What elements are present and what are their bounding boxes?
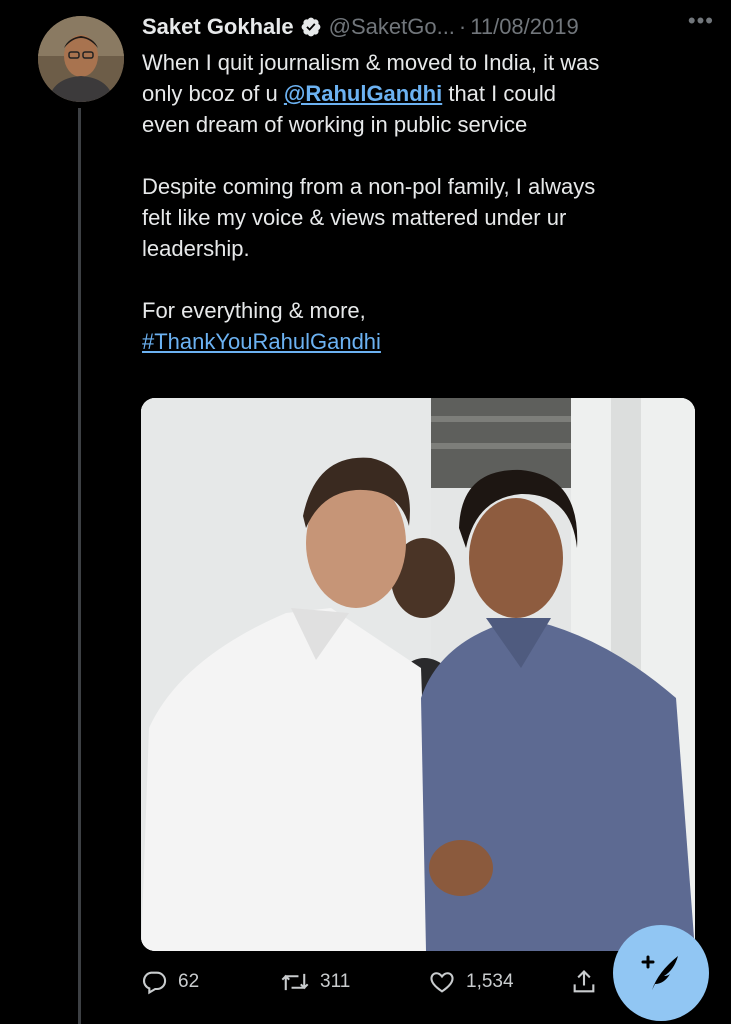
- author-avatar[interactable]: [38, 16, 124, 102]
- more-options-icon[interactable]: •••: [688, 8, 714, 34]
- thread-line: [78, 108, 81, 1024]
- share-button[interactable]: [570, 968, 598, 996]
- text-line: #ThankYouRahulGandhi: [142, 326, 712, 357]
- text-line: felt like my voice & views mattered unde…: [142, 205, 567, 230]
- text-fragment: only bcoz of u: [142, 81, 284, 106]
- retweet-button[interactable]: 311: [280, 968, 350, 996]
- tweet-photo[interactable]: [141, 398, 695, 951]
- author-handle[interactable]: @SaketGo...: [329, 14, 455, 40]
- tweet-actions: 62 311 1,534: [140, 962, 610, 1002]
- compose-tweet-button[interactable]: [613, 925, 709, 1021]
- tweet-header: Saket Gokhale @SaketGo... · 11/08/2019 •…: [142, 8, 714, 46]
- like-button[interactable]: 1,534: [428, 968, 514, 996]
- tweet-text: When I quit journalism & moved to India,…: [142, 47, 712, 357]
- retweet-icon: [281, 973, 309, 991]
- text-line: even dream of working in public service: [142, 112, 528, 137]
- like-count: 1,534: [466, 971, 514, 992]
- reply-count: 62: [178, 971, 200, 992]
- avatar-image: [38, 16, 124, 102]
- hashtag-link[interactable]: #ThankYouRahulGandhi: [142, 329, 381, 354]
- text-line: only bcoz of u @RahulGandhi that I could: [142, 78, 712, 109]
- reply-button[interactable]: 62: [140, 968, 199, 996]
- share-icon: [573, 970, 595, 993]
- compose-tweet-icon: [641, 955, 678, 990]
- photo-image: [141, 398, 695, 951]
- text-line: For everything & more,: [142, 298, 366, 323]
- text-line: leadership.: [142, 236, 250, 261]
- retweet-count: 311: [320, 971, 351, 992]
- tweet-content: Saket Gokhale @SaketGo... · 11/08/2019 •…: [142, 8, 714, 357]
- heart-icon: [430, 972, 454, 993]
- tweet-date[interactable]: 11/08/2019: [470, 14, 578, 40]
- verified-badge-icon: [300, 16, 322, 38]
- text-fragment: that I could: [442, 81, 556, 106]
- separator-dot: ·: [458, 14, 467, 39]
- author-name[interactable]: Saket Gokhale: [142, 14, 294, 40]
- mention-link[interactable]: @RahulGandhi: [284, 81, 442, 106]
- text-line: Despite coming from a non-pol family, I …: [142, 174, 596, 199]
- reply-icon: [143, 971, 167, 995]
- text-line: When I quit journalism & moved to India,…: [142, 50, 600, 75]
